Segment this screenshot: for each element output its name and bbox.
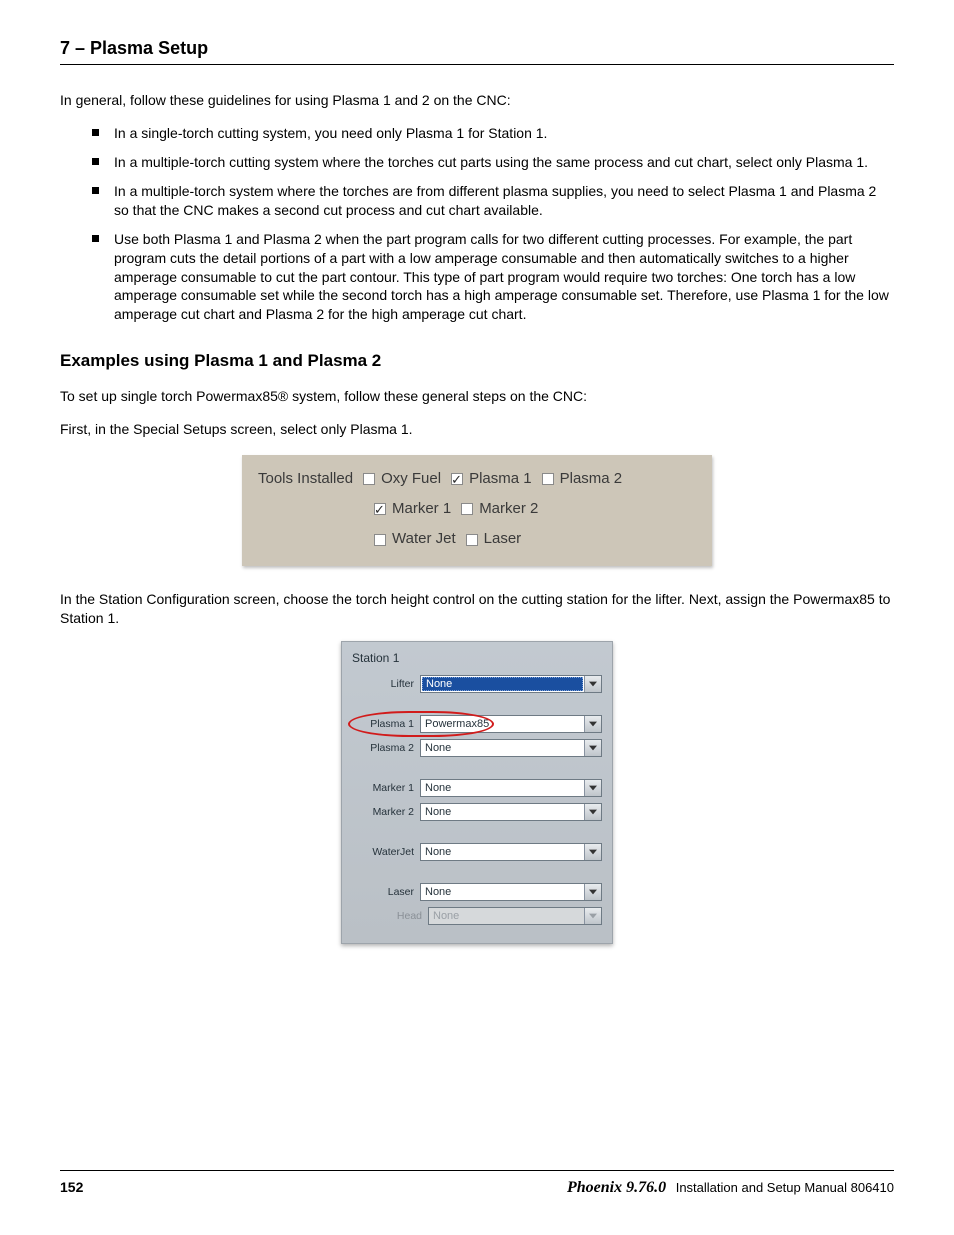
first-step-paragraph: First, in the Special Setups screen, sel…	[60, 420, 894, 439]
checkbox-label: Water Jet	[392, 529, 456, 549]
combo-value: None	[421, 780, 584, 796]
chevron-down-icon[interactable]	[584, 884, 601, 900]
checkbox-plasma-1[interactable]: Plasma 1	[451, 469, 532, 489]
chapter-heading: 7 – Plasma Setup	[60, 36, 894, 65]
chevron-down-icon[interactable]	[584, 804, 601, 820]
chevron-down-icon[interactable]	[584, 780, 601, 796]
checkbox-icon	[542, 473, 554, 485]
tools-label: Tools Installed	[258, 469, 353, 489]
list-item: In a multiple-torch cutting system where…	[92, 153, 894, 172]
checkbox-icon	[363, 473, 375, 485]
field-label: Lifter	[352, 677, 420, 691]
combo-value: None	[421, 884, 584, 900]
page-footer: 152 Phoenix 9.76.0 Installation and Setu…	[60, 1177, 894, 1199]
checkbox-icon	[466, 534, 478, 546]
field-plasma1: Plasma 1 Powermax85	[352, 715, 602, 733]
chevron-down-icon[interactable]	[584, 716, 601, 732]
field-label: Laser	[352, 885, 420, 899]
combo-plasma1[interactable]: Powermax85	[420, 715, 602, 733]
checkbox-water-jet[interactable]: Water Jet	[374, 529, 456, 549]
combo-value: None	[421, 740, 584, 756]
station-paragraph: In the Station Configuration screen, cho…	[60, 590, 894, 628]
checkbox-label: Marker 1	[392, 499, 451, 519]
checkbox-label: Marker 2	[479, 499, 538, 519]
checkbox-icon	[374, 503, 386, 515]
field-label: Marker 1	[352, 781, 420, 795]
field-plasma2: Plasma 2 None	[352, 739, 602, 757]
combo-laser[interactable]: None	[420, 883, 602, 901]
checkbox-laser[interactable]: Laser	[466, 529, 522, 549]
combo-head: None	[428, 907, 602, 925]
station-title: Station 1	[352, 650, 602, 666]
field-head: Head None	[352, 907, 602, 925]
field-label: WaterJet	[352, 845, 420, 859]
checkbox-label: Oxy Fuel	[381, 469, 441, 489]
checkbox-plasma-2[interactable]: Plasma 2	[542, 469, 623, 489]
manual-title: Installation and Setup Manual 806410	[676, 1180, 894, 1195]
guidelines-list: In a single-torch cutting system, you ne…	[60, 124, 894, 324]
combo-value: None	[421, 844, 584, 860]
checkbox-label: Plasma 2	[560, 469, 623, 489]
combo-plasma2[interactable]: None	[420, 739, 602, 757]
field-marker2: Marker 2 None	[352, 803, 602, 821]
combo-value: None	[429, 908, 584, 924]
combo-value: None	[422, 677, 583, 691]
setup-paragraph: To set up single torch Powermax85® syste…	[60, 387, 894, 406]
field-marker1: Marker 1 None	[352, 779, 602, 797]
field-label: Marker 2	[352, 805, 420, 819]
footer-rule	[60, 1170, 894, 1171]
list-item: In a multiple-torch system where the tor…	[92, 182, 894, 220]
product-name: Phoenix 9.76.0	[567, 1179, 666, 1196]
page-number: 152	[60, 1178, 83, 1197]
field-lifter: Lifter None	[352, 675, 602, 693]
checkbox-oxy-fuel[interactable]: Oxy Fuel	[363, 469, 441, 489]
checkbox-marker-1[interactable]: Marker 1	[374, 499, 451, 519]
chevron-down-icon[interactable]	[584, 844, 601, 860]
station-config-panel: Station 1 Lifter None Plasma 1 Powermax8…	[341, 641, 613, 943]
tools-installed-panel: Tools Installed Oxy Fuel Plasma 1 Plasma…	[242, 455, 712, 566]
field-waterjet: WaterJet None	[352, 843, 602, 861]
list-item: Use both Plasma 1 and Plasma 2 when the …	[92, 230, 894, 324]
list-item: In a single-torch cutting system, you ne…	[92, 124, 894, 143]
checkbox-icon	[461, 503, 473, 515]
checkbox-icon	[451, 473, 463, 485]
checkbox-label: Plasma 1	[469, 469, 532, 489]
combo-marker1[interactable]: None	[420, 779, 602, 797]
field-laser: Laser None	[352, 883, 602, 901]
field-label: Plasma 1	[352, 717, 420, 731]
chevron-down-icon[interactable]	[584, 676, 601, 692]
combo-lifter[interactable]: None	[420, 675, 602, 693]
footer-text: Phoenix 9.76.0 Installation and Setup Ma…	[567, 1177, 894, 1199]
chevron-down-icon	[584, 908, 601, 924]
checkbox-marker-2[interactable]: Marker 2	[461, 499, 538, 519]
chevron-down-icon[interactable]	[584, 740, 601, 756]
combo-waterjet[interactable]: None	[420, 843, 602, 861]
intro-paragraph: In general, follow these guidelines for …	[60, 91, 894, 110]
combo-value: Powermax85	[421, 716, 584, 732]
combo-value: None	[421, 804, 584, 820]
field-label: Head	[382, 909, 428, 923]
checkbox-icon	[374, 534, 386, 546]
section-heading: Examples using Plasma 1 and Plasma 2	[60, 350, 894, 373]
checkbox-label: Laser	[484, 529, 522, 549]
field-label: Plasma 2	[352, 741, 420, 755]
combo-marker2[interactable]: None	[420, 803, 602, 821]
